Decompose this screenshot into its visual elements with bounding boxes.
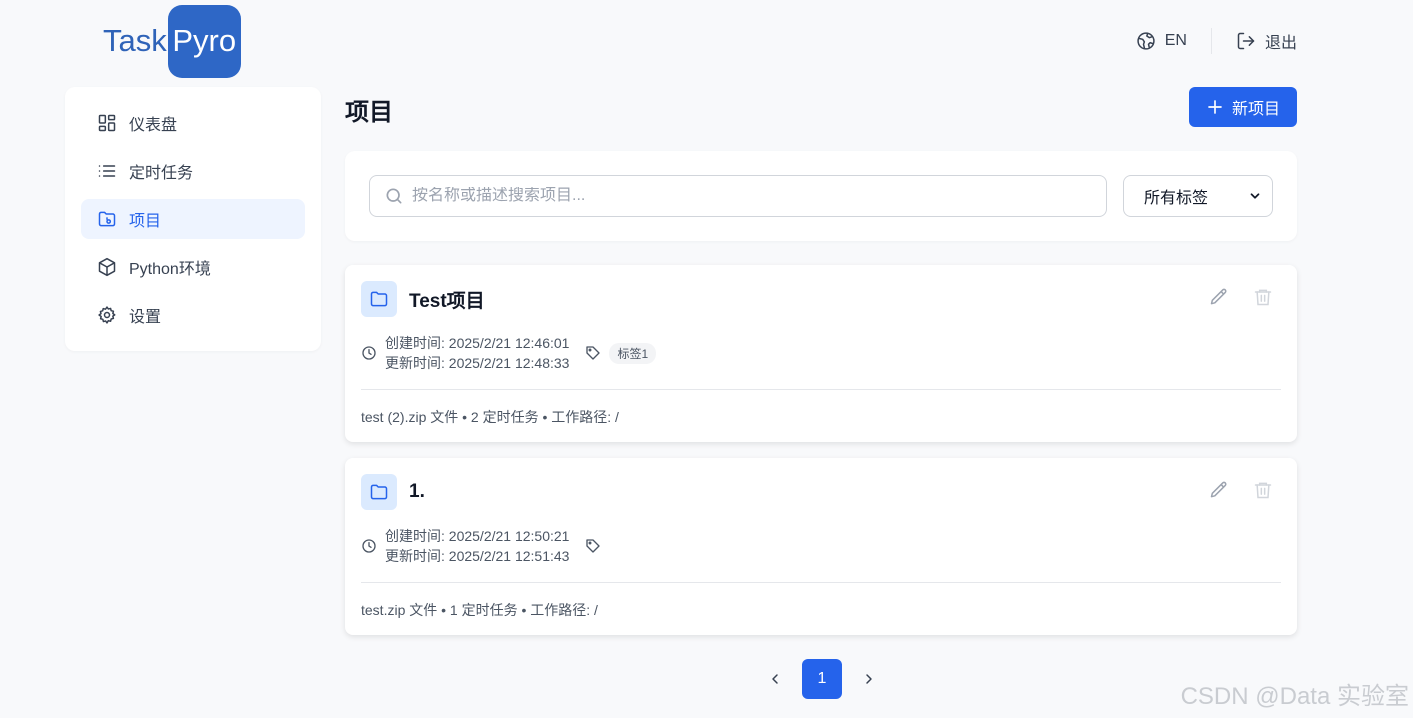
logo-text-pyro: Pyro [167, 4, 241, 78]
sidebar-item-label: 仪表盘 [129, 117, 178, 134]
prev-page-button[interactable] [760, 659, 790, 699]
project-timestamps: 创建时间: 2025/2/21 12:46:01 更新时间: 2025/2/21… [385, 333, 569, 373]
edit-icon[interactable] [1209, 480, 1229, 500]
sidebar-item-scheduled-tasks[interactable]: 定时任务 [81, 151, 305, 191]
tag-filter-value: 所有标签 [1144, 190, 1209, 207]
folder-icon [97, 209, 117, 229]
language-switch-button[interactable]: EN [1136, 31, 1187, 51]
created-time: 创建时间: 2025/2/21 12:46:01 [385, 335, 570, 351]
search-input[interactable] [412, 187, 1092, 205]
sidebar-item-projects[interactable]: 项目 [81, 199, 305, 239]
chevron-left-icon [772, 674, 778, 684]
tag-badge: 标签1 [609, 342, 657, 364]
card-divider [361, 389, 1281, 390]
sidebar-item-python-env[interactable]: Python环境 [81, 247, 305, 287]
folder-icon [361, 281, 397, 317]
watermark: CSDN @Data 实验室 [1180, 683, 1409, 710]
header-actions: EN 退出 [1136, 26, 1297, 56]
sidebar-item-label: 项目 [129, 213, 162, 230]
sidebar-item-dashboard[interactable]: 仪表盘 [81, 103, 305, 143]
trash-icon[interactable] [1253, 480, 1273, 500]
filter-panel: 所有标签 [345, 151, 1297, 241]
language-label: EN [1164, 32, 1187, 49]
updated-time: 更新时间: 2025/2/21 12:51:43 [385, 548, 570, 564]
project-name[interactable]: Test项目 [409, 286, 485, 313]
tag-filter-select[interactable]: 所有标签 [1123, 175, 1273, 217]
sidebar: 仪表盘 定时任务 项目 Python环境 设置 [65, 87, 321, 351]
sidebar-item-label: 定时任务 [129, 165, 194, 182]
project-summary: test (2).zip 文件 • 2 定时任务 • 工作路径: / [361, 409, 619, 425]
updated-time: 更新时间: 2025/2/21 12:48:33 [385, 355, 570, 371]
logout-button[interactable]: 退出 [1236, 29, 1297, 53]
cube-icon [97, 257, 117, 277]
search-icon [384, 186, 404, 206]
sidebar-item-label: Python环境 [129, 261, 211, 278]
sidebar-item-settings[interactable]: 设置 [81, 295, 305, 335]
created-time: 创建时间: 2025/2/21 12:50:21 [385, 528, 570, 544]
app-logo[interactable]: Task Pyro [103, 4, 241, 78]
edit-icon[interactable] [1209, 287, 1229, 307]
header-divider [1210, 28, 1212, 54]
list-icon [97, 161, 117, 181]
new-project-label: 新项目 [1231, 101, 1280, 118]
logout-icon [1236, 31, 1256, 51]
gear-icon [97, 305, 117, 325]
logo-text-task: Task [103, 23, 167, 58]
search-box [369, 175, 1107, 217]
dashboard-icon [97, 113, 117, 133]
tag-icon [585, 345, 601, 361]
trash-icon[interactable] [1253, 287, 1273, 307]
pagination: 1 [760, 659, 884, 699]
folder-icon [361, 474, 397, 510]
chevron-right-icon [866, 674, 872, 684]
logout-label: 退出 [1264, 35, 1297, 52]
sidebar-item-label: 设置 [129, 309, 162, 326]
page-number-button[interactable]: 1 [802, 659, 842, 699]
clock-icon [361, 538, 377, 554]
clock-icon [361, 345, 377, 361]
project-card[interactable]: 1. 创建时间: 2025/2/21 12:50:21 更新时间: 2025/2… [345, 458, 1297, 635]
next-page-button[interactable] [854, 659, 884, 699]
project-summary: test.zip 文件 • 1 定时任务 • 工作路径: / [361, 602, 598, 618]
plus-icon [1206, 98, 1224, 116]
card-divider [361, 582, 1281, 583]
globe-icon [1136, 31, 1156, 51]
chevron-down-icon [1248, 189, 1262, 203]
tag-icon [585, 538, 601, 554]
project-name[interactable]: 1. [409, 481, 425, 503]
new-project-button[interactable]: 新项目 [1189, 87, 1297, 127]
project-card[interactable]: Test项目 创建时间: 2025/2/21 12:46:01 更新时间: 20… [345, 265, 1297, 442]
page-title: 项目 [345, 99, 393, 126]
project-timestamps: 创建时间: 2025/2/21 12:50:21 更新时间: 2025/2/21… [385, 526, 569, 566]
